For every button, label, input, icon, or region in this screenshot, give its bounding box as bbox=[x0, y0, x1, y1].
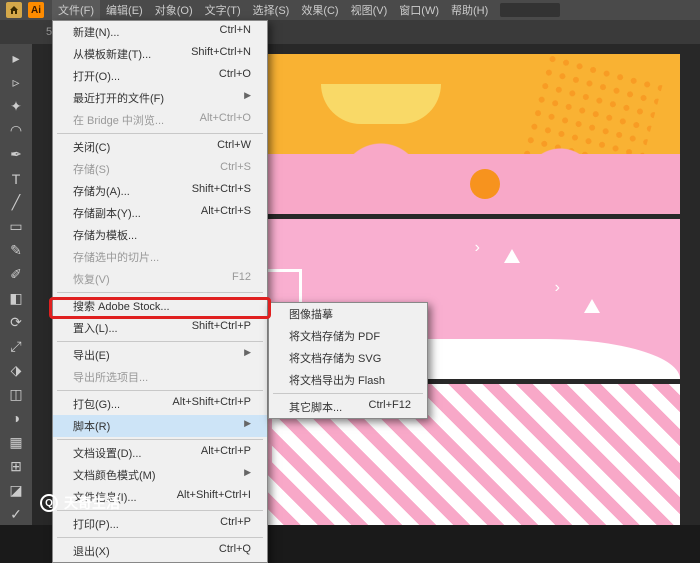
pencil-tool-icon[interactable]: ✐ bbox=[4, 264, 28, 286]
brush-tool-icon[interactable]: ✎ bbox=[4, 240, 28, 262]
home-icon[interactable] bbox=[6, 2, 22, 18]
file-menu-item[interactable]: 存储(S)Ctrl+S bbox=[53, 158, 267, 180]
menu-object[interactable]: 对象(O) bbox=[149, 0, 199, 20]
script-submenu-item[interactable]: 图像描摹 bbox=[269, 303, 427, 325]
script-submenu-item[interactable]: 将文档存储为 SVG bbox=[269, 347, 427, 369]
search-input[interactable] bbox=[500, 3, 560, 17]
menu-edit[interactable]: 编辑(E) bbox=[100, 0, 149, 20]
file-menu-item[interactable]: 恢复(V)F12 bbox=[53, 268, 267, 290]
selection-tool-icon[interactable]: ▸ bbox=[4, 48, 28, 70]
rectangle-tool-icon[interactable]: ▭ bbox=[4, 216, 28, 238]
file-menu-item[interactable]: 文档颜色模式(M)▶ bbox=[53, 464, 267, 486]
toolbox: ▸ ▹ ✦ ◠ ✒ T ╱ ▭ ✎ ✐ ◧ ⟳ ⤢ ⬗ ◫ ◑ ▦ ⊞ ◪ ✓ bbox=[0, 44, 32, 525]
file-menu-item[interactable]: 最近打开的文件(F)▶ bbox=[53, 87, 267, 109]
menu-select[interactable]: 选择(S) bbox=[247, 0, 296, 20]
rotate-tool-icon[interactable]: ⟳ bbox=[4, 311, 28, 333]
menu-effect[interactable]: 效果(C) bbox=[295, 0, 344, 20]
script-submenu-item[interactable]: 其它脚本...Ctrl+F12 bbox=[269, 396, 427, 418]
direct-selection-tool-icon[interactable]: ▹ bbox=[4, 72, 28, 94]
scale-tool-icon[interactable]: ⤢ bbox=[4, 335, 28, 357]
file-menu-item[interactable]: 新建(N)...Ctrl+N bbox=[53, 21, 267, 43]
file-menu-item[interactable]: 存储副本(Y)...Alt+Ctrl+S bbox=[53, 202, 267, 224]
script-submenu-item[interactable]: 将文档导出为 Flash bbox=[269, 369, 427, 391]
pen-tool-icon[interactable]: ✒ bbox=[4, 144, 28, 166]
file-menu-item[interactable]: 搜索 Adobe Stock... bbox=[53, 295, 267, 317]
file-menu-dropdown: 新建(N)...Ctrl+N从模板新建(T)...Shift+Ctrl+N打开(… bbox=[52, 20, 268, 563]
file-menu-item[interactable]: 打开(O)...Ctrl+O bbox=[53, 65, 267, 87]
file-menu-item[interactable]: 关闭(C)Ctrl+W bbox=[53, 136, 267, 158]
width-tool-icon[interactable]: ⬗ bbox=[4, 359, 28, 381]
file-menu-item[interactable]: 置入(L)...Shift+Ctrl+P bbox=[53, 317, 267, 339]
watermark: Q 天奇生活 bbox=[40, 493, 120, 513]
type-tool-icon[interactable]: T bbox=[4, 168, 28, 190]
file-menu-item[interactable]: 打包(G)...Alt+Shift+Ctrl+P bbox=[53, 393, 267, 415]
eyedropper-tool-icon[interactable]: ✓ bbox=[4, 503, 28, 525]
menu-file[interactable]: 文件(F) bbox=[52, 0, 100, 20]
perspective-tool-icon[interactable]: ▦ bbox=[4, 431, 28, 453]
menu-view[interactable]: 视图(V) bbox=[345, 0, 394, 20]
menu-help[interactable]: 帮助(H) bbox=[445, 0, 494, 20]
menu-window[interactable]: 窗口(W) bbox=[393, 0, 445, 20]
magic-wand-tool-icon[interactable]: ✦ bbox=[4, 96, 28, 118]
file-menu-item[interactable]: 从模板新建(T)...Shift+Ctrl+N bbox=[53, 43, 267, 65]
mesh-tool-icon[interactable]: ⊞ bbox=[4, 455, 28, 477]
file-menu-item[interactable]: 打印(P)...Ctrl+P bbox=[53, 513, 267, 535]
watermark-icon: Q bbox=[40, 494, 58, 512]
gradient-tool-icon[interactable]: ◪ bbox=[4, 479, 28, 501]
shape-builder-tool-icon[interactable]: ◑ bbox=[4, 407, 28, 429]
file-menu-item[interactable]: 存储为(A)...Shift+Ctrl+S bbox=[53, 180, 267, 202]
file-menu-item[interactable]: 存储选中的切片... bbox=[53, 246, 267, 268]
file-menu-item[interactable]: 脚本(R)▶ bbox=[53, 415, 267, 437]
file-menu-item[interactable]: 存储为模板... bbox=[53, 224, 267, 246]
script-submenu: 图像描摹将文档存储为 PDF将文档存储为 SVG将文档导出为 Flash 其它脚本… bbox=[268, 302, 428, 419]
free-transform-tool-icon[interactable]: ◫ bbox=[4, 383, 28, 405]
lasso-tool-icon[interactable]: ◠ bbox=[4, 120, 28, 142]
menubar: Ai 文件(F) 编辑(E) 对象(O) 文字(T) 选择(S) 效果(C) 视… bbox=[0, 0, 700, 20]
line-tool-icon[interactable]: ╱ bbox=[4, 192, 28, 214]
file-menu-item[interactable]: 退出(X)Ctrl+Q bbox=[53, 540, 267, 562]
eraser-tool-icon[interactable]: ◧ bbox=[4, 288, 28, 310]
file-menu-item[interactable]: 导出所选项目... bbox=[53, 366, 267, 388]
file-menu-item[interactable]: 在 Bridge 中浏览...Alt+Ctrl+O bbox=[53, 109, 267, 131]
file-menu-item[interactable]: 文档设置(D)...Alt+Ctrl+P bbox=[53, 442, 267, 464]
watermark-text: 天奇生活 bbox=[64, 493, 120, 513]
menu-type[interactable]: 文字(T) bbox=[199, 0, 247, 20]
app-icon: Ai bbox=[28, 2, 44, 18]
file-menu-item[interactable]: 导出(E)▶ bbox=[53, 344, 267, 366]
script-submenu-item[interactable]: 将文档存储为 PDF bbox=[269, 325, 427, 347]
